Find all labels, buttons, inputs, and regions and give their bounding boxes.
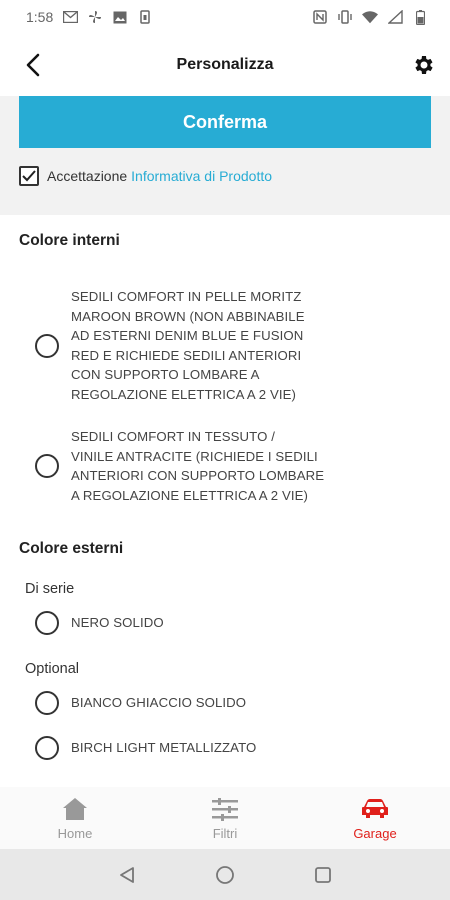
sim-icon (137, 9, 153, 25)
triangle-back-icon (120, 866, 134, 883)
optional-subtitle: Optional (25, 661, 80, 677)
standard-subtitle: Di serie (25, 581, 75, 597)
product-info-link[interactable]: Informativa di Prodotto (131, 168, 272, 184)
battery-icon (412, 9, 428, 25)
customization-content: Colore interni SEDILI COMFORT IN PELLE M… (0, 215, 450, 787)
filter-icon (210, 796, 240, 822)
option-label: BIANCO GHIACCIO SOLIDO (71, 695, 247, 711)
exterior-option-standard-1[interactable]: NERO SOLIDO (35, 611, 164, 635)
status-time: 1:58 (26, 9, 54, 25)
nfc-icon (312, 9, 328, 25)
fan-icon (87, 9, 103, 25)
exterior-option-optional-2[interactable]: BIRCH LIGHT METALLIZZATO (35, 736, 256, 760)
wifi-icon (362, 9, 378, 25)
circle-home-icon (216, 865, 234, 884)
option-label: BIRCH LIGHT METALLIZZATO (71, 740, 257, 756)
settings-button[interactable] (408, 50, 438, 80)
mail-icon (62, 9, 78, 25)
radio-button[interactable] (35, 691, 59, 715)
gear-icon (415, 56, 433, 74)
confirm-panel: Conferma Accettazione Informativa di Pro… (0, 96, 450, 215)
square-recents-icon (315, 866, 331, 883)
system-home-button[interactable] (213, 863, 237, 887)
bottom-navigation: Home Filtri Garage (0, 787, 450, 849)
radio-button[interactable] (35, 611, 59, 635)
option-label: SEDILI COMFORT IN PELLE MORITZ MAROON BR… (71, 289, 305, 402)
nav-garage[interactable]: Garage (300, 787, 450, 849)
system-back-button[interactable] (115, 863, 139, 887)
interior-color-title: Colore interni (19, 232, 120, 249)
exterior-color-title: Colore esterni (19, 540, 124, 557)
radio-button[interactable] (35, 333, 59, 358)
nav-filters[interactable]: Filtri (150, 787, 300, 849)
exterior-option-optional-1[interactable]: BIANCO GHIACCIO SOLIDO (35, 691, 246, 715)
system-recents-button[interactable] (311, 863, 335, 887)
back-button[interactable] (18, 50, 48, 80)
home-icon (60, 796, 90, 822)
signal-icon (387, 9, 403, 25)
nav-filters-label: Filtri (212, 825, 238, 841)
checkmark-icon (22, 170, 36, 182)
option-label: SEDILI COMFORT IN TESSUTO / VINILE ANTRA… (71, 429, 325, 503)
radio-button[interactable] (35, 736, 59, 760)
radio-button[interactable] (35, 454, 59, 478)
nav-garage-label: Garage (353, 825, 397, 841)
status-bar: 1:58 (0, 0, 450, 34)
interior-option-1[interactable]: SEDILI COMFORT IN PELLE MORITZ MAROON BR… (35, 287, 305, 404)
acceptance-checkbox[interactable] (19, 166, 39, 186)
interior-option-2[interactable]: SEDILI COMFORT IN TESSUTO / VINILE ANTRA… (35, 427, 324, 505)
page-title: Personalizza (176, 56, 274, 73)
image-icon (112, 9, 128, 25)
system-navigation-bar (0, 849, 450, 900)
nav-home-label: Home (57, 825, 93, 841)
vibrate-icon (337, 9, 353, 25)
back-arrow-icon (26, 53, 40, 77)
acceptance-row: Accettazione Informativa di Prodotto (19, 164, 272, 188)
option-label: NERO SOLIDO (71, 615, 164, 631)
nav-home[interactable]: Home (0, 787, 150, 849)
acceptance-label: Accettazione (47, 168, 128, 184)
confirm-button[interactable]: Conferma (19, 96, 431, 148)
car-icon (360, 796, 390, 822)
app-bar: Personalizza (0, 34, 450, 96)
